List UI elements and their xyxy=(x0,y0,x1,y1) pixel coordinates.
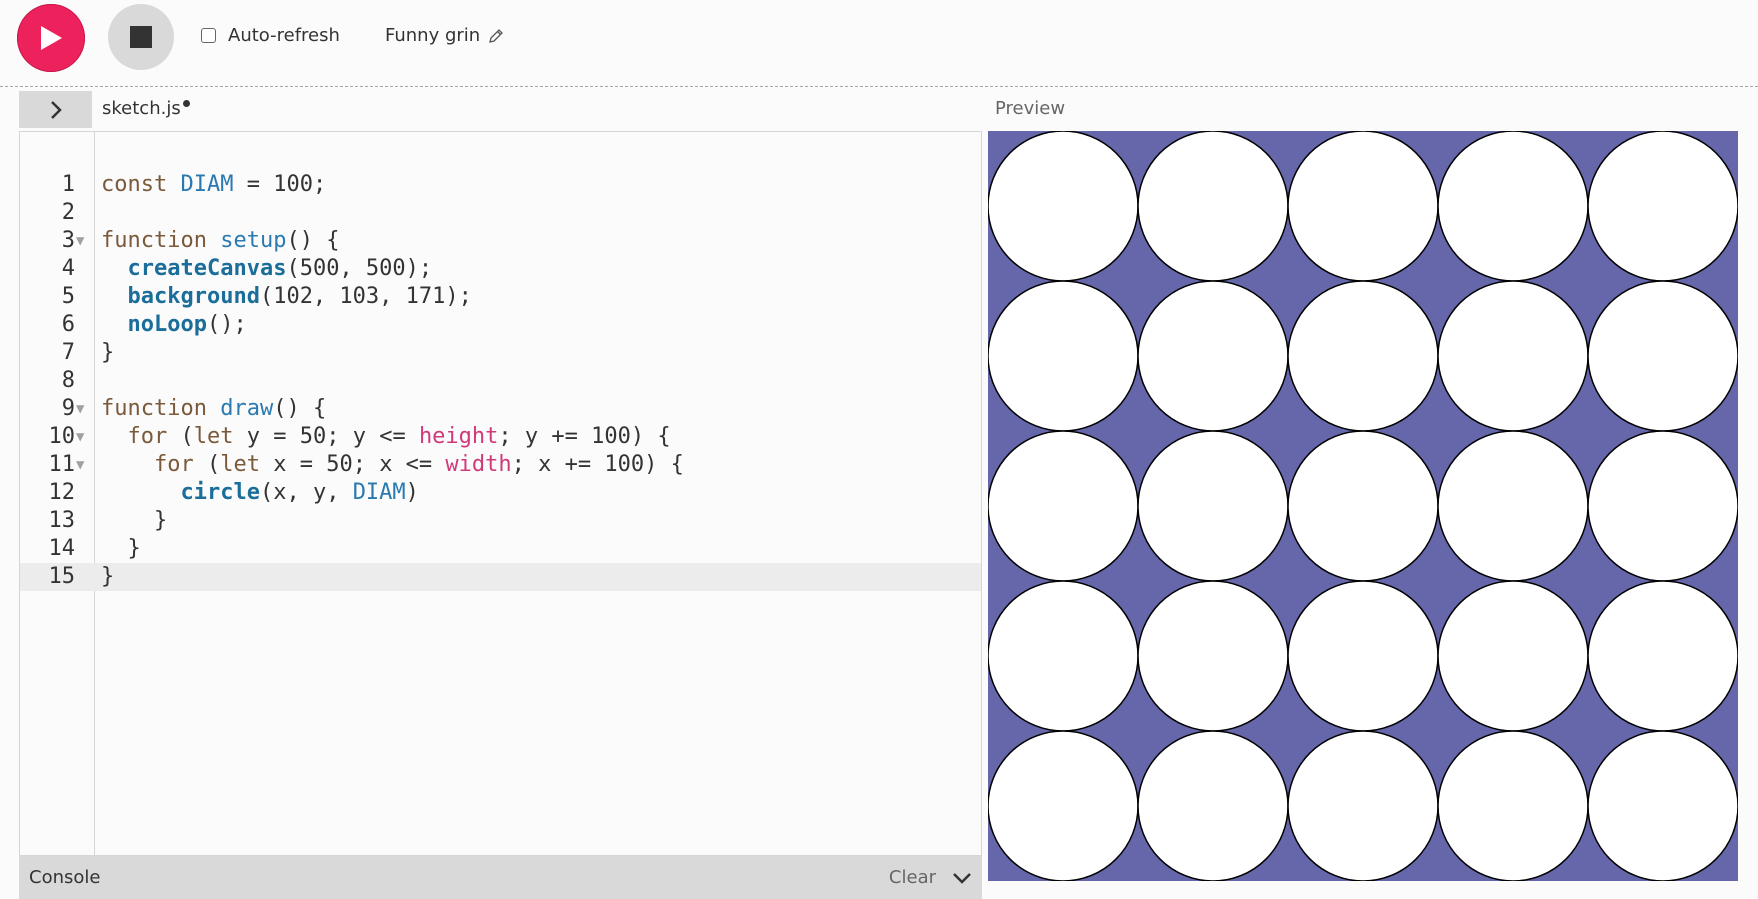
code-line[interactable]: 5 background(102, 103, 171); xyxy=(20,283,981,311)
canvas-circle xyxy=(988,131,1139,282)
autorefresh-checkbox[interactable] xyxy=(201,28,216,43)
code-line[interactable]: 13 } xyxy=(20,507,981,535)
canvas-circle xyxy=(988,580,1139,732)
code-editor[interactable]: 1 const DIAM = 100; 2 3 ▼ function setup() {4… xyxy=(19,131,982,856)
preview-label: Preview xyxy=(995,98,1066,119)
canvas-circle xyxy=(1137,580,1289,732)
code-text: function setup() { xyxy=(101,228,340,253)
code-line[interactable]: 6 noLoop(); xyxy=(20,311,981,339)
canvas-circle xyxy=(1137,280,1289,432)
line-number: 2 xyxy=(61,200,75,225)
code-area[interactable]: 1 const DIAM = 100; 2 3 ▼ function setup() {4… xyxy=(20,171,981,591)
sidebar-toggle-button[interactable] xyxy=(19,91,92,128)
fold-toggle-icon[interactable]: ▼ xyxy=(76,451,84,479)
code-text: circle(x, y, DIAM) xyxy=(180,480,419,505)
code-text: for (let x = 50; x <= width; x += 100) { xyxy=(153,452,684,477)
line-number: 5 xyxy=(61,284,75,309)
code-line[interactable]: 10 ▼ for (let y = 50; y <= height; y += 1… xyxy=(20,423,981,451)
canvas-circle xyxy=(1287,730,1439,881)
chevron-right-icon xyxy=(50,100,62,119)
line-number: 3 xyxy=(61,228,75,253)
canvas-circle xyxy=(1137,131,1289,282)
code-text: } xyxy=(101,340,115,365)
canvas-circle xyxy=(1587,580,1738,732)
line-number: 4 xyxy=(61,256,75,281)
canvas-circle xyxy=(988,430,1139,582)
canvas-circle xyxy=(1437,580,1589,732)
code-line[interactable]: 7} xyxy=(20,339,981,367)
console-title: Console xyxy=(29,867,101,888)
code-text: } xyxy=(101,536,141,561)
code-text: } xyxy=(101,508,168,533)
code-line[interactable]: 8 xyxy=(20,367,981,395)
canvas-circle xyxy=(1287,280,1439,432)
code-line[interactable]: 2 xyxy=(20,199,981,227)
canvas-circle xyxy=(1287,131,1439,282)
canvas-circle xyxy=(988,280,1139,432)
canvas-circle xyxy=(1287,430,1439,582)
line-number: 6 xyxy=(61,312,75,337)
canvas-circle xyxy=(1437,430,1589,582)
code-text: createCanvas(500, 500); xyxy=(127,256,433,281)
line-number: 13 xyxy=(48,508,76,533)
code-text: background(102, 103, 171); xyxy=(127,284,472,309)
canvas-circle xyxy=(1587,280,1738,432)
sketch-name[interactable]: Funny grin xyxy=(385,25,504,46)
console-bar[interactable]: Console Clear xyxy=(19,856,982,899)
code-text: for (let y = 50; y <= height; y += 100) … xyxy=(127,424,671,449)
code-text: const DIAM = 100; xyxy=(101,172,327,197)
canvas-circle xyxy=(1587,430,1738,582)
toolbar: Auto-refresh Funny grin xyxy=(0,0,1758,87)
line-number: 14 xyxy=(48,536,76,561)
autorefresh-toggle[interactable]: Auto-refresh xyxy=(201,25,340,46)
pencil-icon xyxy=(489,28,504,43)
code-line[interactable]: 1 const DIAM = 100; xyxy=(20,171,981,199)
unsaved-indicator xyxy=(182,100,190,107)
canvas-circle xyxy=(988,730,1139,881)
play-button[interactable] xyxy=(17,4,85,72)
canvas-circle xyxy=(1137,430,1289,582)
canvas-circle xyxy=(1587,730,1738,881)
fold-toggle-icon[interactable]: ▼ xyxy=(76,423,84,451)
canvas-circle xyxy=(1437,131,1589,282)
code-line[interactable]: 12 circle(x, y, DIAM) xyxy=(20,479,981,507)
canvas-circle xyxy=(1437,280,1589,432)
console-clear-button[interactable]: Clear xyxy=(889,867,936,888)
play-icon xyxy=(41,26,62,50)
autorefresh-label: Auto-refresh xyxy=(228,25,340,46)
stop-icon xyxy=(130,26,152,48)
code-line[interactable]: 14 } xyxy=(20,535,981,563)
file-tab[interactable]: sketch.js xyxy=(102,98,190,119)
canvas-circle xyxy=(1587,131,1738,282)
line-number: 15 xyxy=(48,564,76,589)
chevron-down-icon[interactable] xyxy=(952,871,972,885)
code-text: noLoop(); xyxy=(127,312,247,337)
code-line[interactable]: 4 createCanvas(500, 500); xyxy=(20,255,981,283)
fold-toggle-icon[interactable]: ▼ xyxy=(76,227,84,255)
preview-canvas[interactable] xyxy=(988,131,1738,881)
stop-button[interactable] xyxy=(108,4,174,70)
line-number: 10 xyxy=(48,424,76,449)
code-line[interactable]: 11 ▼ for (let x = 50; x <= width; x += 10… xyxy=(20,451,981,479)
canvas-circle xyxy=(1437,730,1589,881)
line-number: 7 xyxy=(61,340,75,365)
code-text: function draw() { xyxy=(101,396,327,421)
code-line[interactable]: 15} xyxy=(20,563,981,591)
line-number: 11 xyxy=(48,452,76,477)
line-number: 1 xyxy=(61,172,75,197)
sketch-name-label: Funny grin xyxy=(385,25,481,46)
sketch-canvas xyxy=(988,131,1738,881)
line-number: 8 xyxy=(61,368,75,393)
code-text: } xyxy=(101,564,115,589)
canvas-circle xyxy=(1287,580,1439,732)
code-line[interactable]: 9 ▼ function draw() { xyxy=(20,395,981,423)
code-line[interactable]: 3 ▼ function setup() { xyxy=(20,227,981,255)
canvas-circle xyxy=(1137,730,1289,881)
fold-toggle-icon[interactable]: ▼ xyxy=(76,395,84,423)
line-number: 12 xyxy=(48,480,76,505)
file-name: sketch.js xyxy=(102,98,181,119)
line-number: 9 xyxy=(61,396,75,421)
